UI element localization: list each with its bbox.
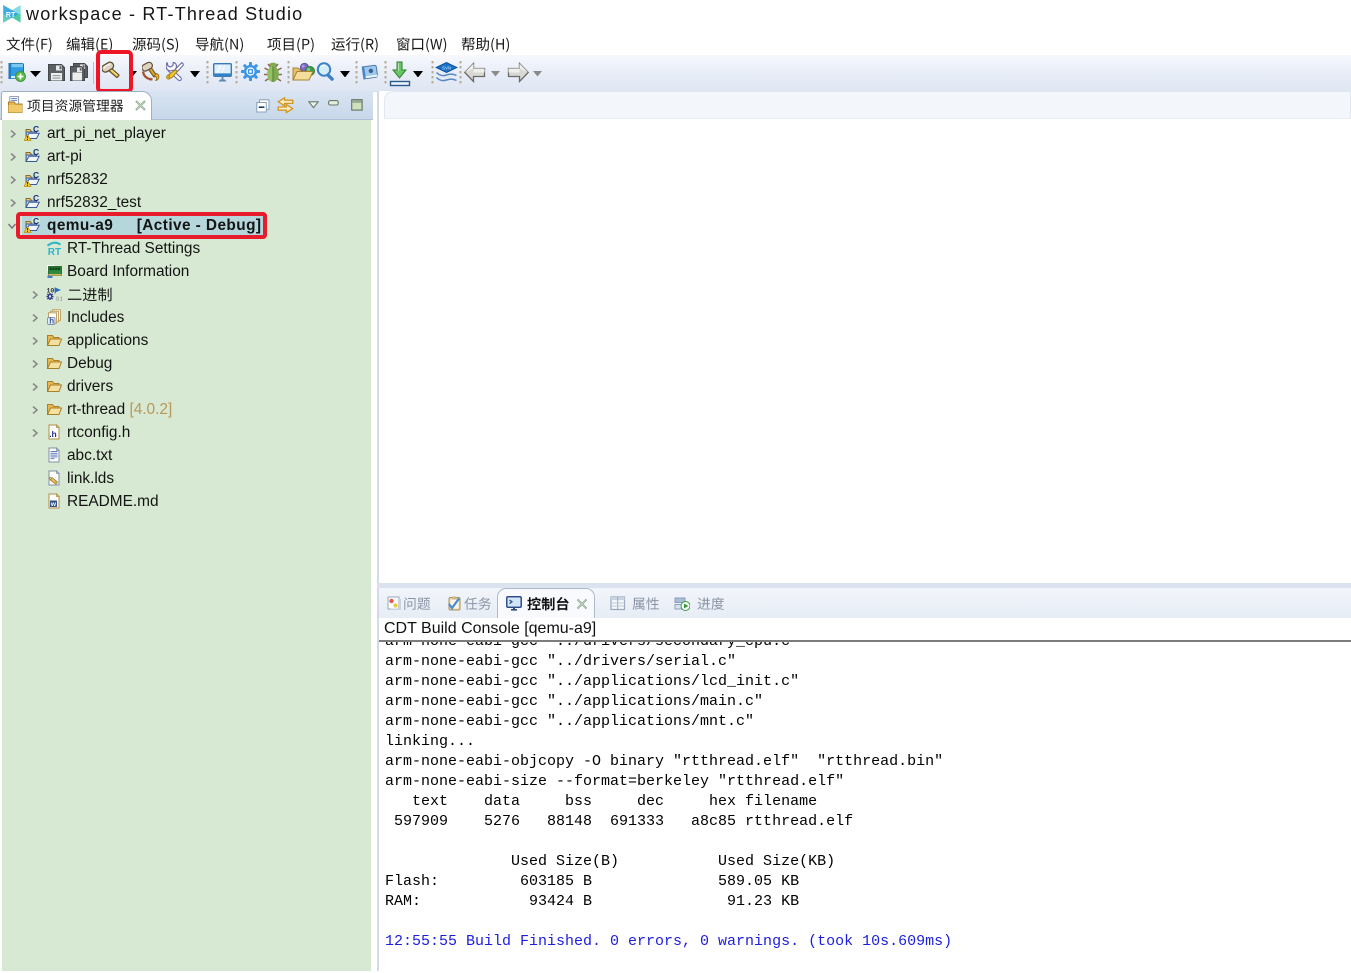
svg-text:RT: RT bbox=[48, 247, 61, 256]
svg-text:RT: RT bbox=[6, 12, 16, 19]
svg-text:C: C bbox=[33, 194, 39, 203]
svg-text:SVN: SVN bbox=[442, 66, 451, 71]
svg-text:C: C bbox=[33, 148, 39, 157]
svg-text:h: h bbox=[49, 317, 54, 325]
svg-text:w: w bbox=[50, 501, 57, 508]
svg-text:.h: .h bbox=[49, 429, 57, 439]
svg-text:C: C bbox=[33, 125, 39, 134]
svg-text:01: 01 bbox=[56, 296, 63, 302]
svg-text:C: C bbox=[33, 171, 39, 180]
